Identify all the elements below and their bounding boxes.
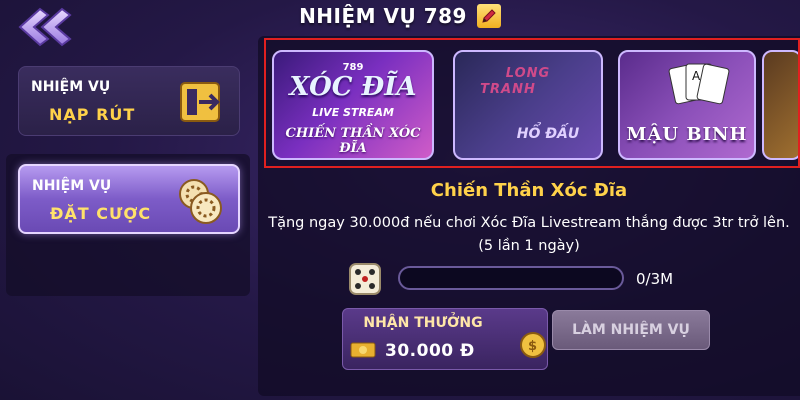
casino-chips-icon xyxy=(179,179,222,224)
sidebar-item-sublabel: NẠP RÚT xyxy=(49,105,136,124)
task-title: Chiến Thần Xóc Đĩa xyxy=(430,180,628,201)
reward-value: 30.000 Đ xyxy=(385,341,475,361)
sidebar-item-nap-rut[interactable]: NHIỆM VỤ NẠP RÚT xyxy=(18,66,240,136)
sidebar-item-dat-cuoc[interactable]: NHIỆM VỤ ĐẶT CƯỢC xyxy=(18,164,240,234)
sidebar: NHIỆM VỤ NẠP RÚT NHIỆM VỤ ĐẶT CƯỢC xyxy=(0,44,250,400)
coin-icon: $ xyxy=(520,332,546,358)
task-description: Tặng ngay 30.000đ nếu chơi Xóc Đĩa Lives… xyxy=(268,215,790,254)
svg-text:$: $ xyxy=(528,339,537,354)
reward-label: NHẬN THƯỞNG xyxy=(363,315,483,331)
game-carousel-highlight xyxy=(264,38,800,168)
edit-pencil-icon[interactable] xyxy=(476,4,501,28)
task-progress-bar xyxy=(398,266,624,290)
sidebar-item-label: NHIỆM VỤ xyxy=(32,178,112,194)
dice-icon xyxy=(349,263,381,295)
sidebar-item-label: NHIỆM VỤ xyxy=(31,79,111,95)
do-task-button[interactable]: LÀM NHIỆM VỤ xyxy=(552,310,710,350)
withdraw-exit-icon xyxy=(180,82,220,122)
reward-box: NHẬN THƯỞNG 30.000 Đ $ xyxy=(342,308,548,370)
money-stack-icon xyxy=(350,342,376,358)
sidebar-item-sublabel: ĐẶT CƯỢC xyxy=(50,204,152,223)
task-progress-text: 0/3M xyxy=(636,270,674,288)
page-header: NHIỆM VỤ 789 xyxy=(0,2,800,30)
page-title: NHIỆM VỤ 789 xyxy=(299,4,467,28)
